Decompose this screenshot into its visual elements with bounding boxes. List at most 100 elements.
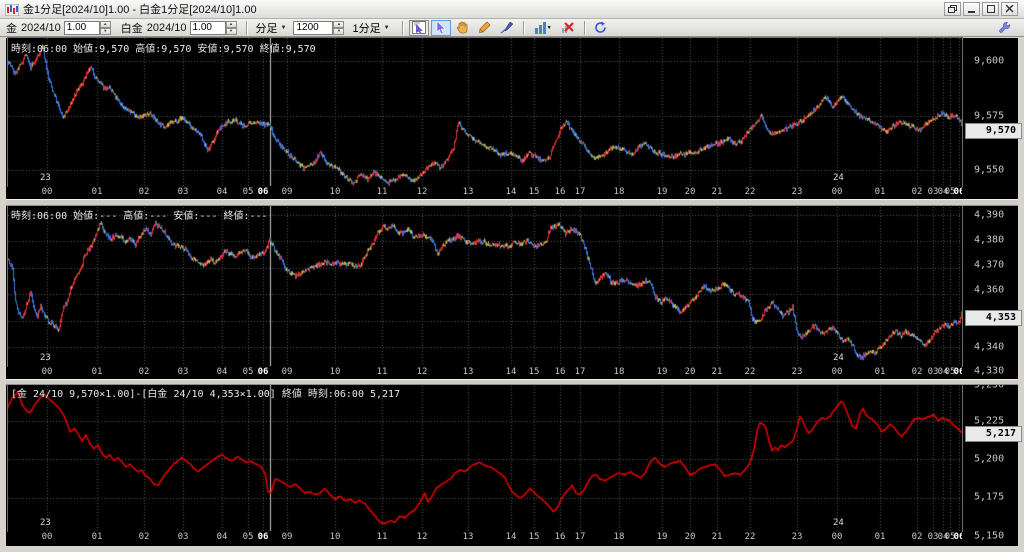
price-axis-label: 5,225 [974, 415, 1005, 427]
titlebar[interactable]: 金1分足[2024/10]1.00 - 白金1分足[2024/10]1.00 [0, 0, 1024, 19]
toolbar-separator [522, 20, 524, 35]
pane-separator[interactable] [6, 379, 1018, 385]
platinum-ratio-down-button[interactable]: ▼ [225, 27, 237, 35]
close-button[interactable] [1001, 2, 1018, 16]
date-label: 24 [833, 173, 844, 183]
toolbar-separator [245, 20, 247, 35]
time-label: 12 [416, 367, 428, 377]
price-axis-label: 4,370 [974, 259, 1005, 271]
gold-ratio-input[interactable] [63, 20, 100, 35]
gold-ratio-up-button[interactable]: ▲ [99, 20, 111, 28]
time-label: 20 [684, 532, 696, 542]
date-label: 23 [40, 518, 51, 528]
caret-down-icon: ▼ [103, 28, 108, 33]
bar-count-input[interactable] [293, 20, 334, 35]
price-axis-label: 4,330 [974, 365, 1005, 377]
price-axis-label: 9,550 [974, 164, 1005, 176]
time-label: 11 [376, 532, 388, 542]
time-label: 17 [574, 187, 586, 197]
time-label: 04 [216, 187, 228, 197]
time-label: 03 [177, 367, 189, 377]
bar-count-down-button[interactable]: ▼ [333, 27, 345, 35]
date-label: 24 [833, 518, 844, 528]
caret-down-icon: ▼ [229, 28, 234, 33]
time-label: 17 [574, 532, 586, 542]
time-label: 21 [711, 532, 723, 542]
gold-month: 2024/10 [21, 21, 61, 34]
chevron-down-icon: ▼ [546, 24, 552, 31]
minimize-button[interactable] [963, 2, 980, 16]
spread-chart-canvas[interactable] [7, 382, 963, 532]
time-label: 22 [744, 532, 756, 542]
time-label: 22 [744, 367, 756, 377]
time-label: 01 [874, 187, 886, 197]
float-window-button[interactable] [944, 2, 961, 16]
pane-separator[interactable] [6, 199, 1018, 206]
time-label: 18 [613, 532, 625, 542]
platinum-chart-canvas[interactable] [7, 203, 963, 367]
platinum-ratio-up-button[interactable]: ▲ [225, 20, 237, 28]
caret-up-icon: ▲ [337, 21, 341, 26]
gold-chart-canvas[interactable] [7, 37, 963, 187]
select-cursor-button[interactable] [430, 19, 451, 36]
time-label: 12 [416, 187, 428, 197]
date-label: 23 [40, 353, 51, 363]
time-label: 22 [744, 187, 756, 197]
bar-count-spinner: ▲ ▼ [293, 20, 345, 35]
time-label: 11 [376, 187, 388, 197]
time-label: 02 [911, 367, 923, 377]
delete-chart-button[interactable] [558, 20, 578, 36]
window-title: 金1分足[2024/10]1.00 - 白金1分足[2024/10]1.00 [23, 4, 257, 16]
time-label: 00 [831, 532, 843, 542]
time-label: 02 [911, 187, 923, 197]
price-axis-label: 4,390 [974, 209, 1005, 221]
time-label: 04 [216, 532, 228, 542]
time-label: 00 [41, 187, 53, 197]
time-label: 06 [953, 367, 962, 377]
time-label: 05 [242, 367, 254, 377]
chevron-down-icon: ▼ [280, 24, 287, 31]
price-axis-label: 5,200 [974, 453, 1005, 465]
time-label: 02 [138, 532, 150, 542]
refresh-button[interactable] [591, 20, 611, 36]
time-label: 13 [462, 367, 474, 377]
pencil-draw-button[interactable] [475, 20, 495, 36]
cursor-icon [436, 21, 446, 34]
indicator-chart-button[interactable]: ▼ [530, 20, 556, 36]
time-label: 19 [656, 367, 668, 377]
time-label: 16 [554, 187, 566, 197]
interval-dropdown[interactable]: 1分足 ▼ [348, 20, 393, 35]
time-label: 09 [281, 187, 293, 197]
chart-pointer-tool-button[interactable] [408, 19, 429, 36]
spread-time-axis: 00 01 02 03 04 05 06 09 10 11 12 13 14 15 16 17 18 19 20 21… [8, 531, 962, 544]
time-label: 04 [216, 367, 228, 377]
toolbar: 金 2024/10 ▲ ▼ 白金 2024/10 ▲ ▼ 分足 ▼ ▲ [0, 19, 1024, 37]
time-label: 12 [416, 532, 428, 542]
freehand-pen-button[interactable] [497, 20, 517, 36]
time-label: 06 [257, 532, 269, 542]
chevron-down-icon: ▼ [383, 24, 390, 31]
quill-pen-icon [500, 21, 513, 34]
time-label: 16 [554, 532, 566, 542]
toolbar-separator [583, 20, 585, 35]
time-label: 15 [528, 532, 540, 542]
gold-ratio-down-button[interactable]: ▼ [99, 27, 111, 35]
pan-hand-button[interactable] [453, 20, 473, 36]
maximize-button[interactable] [982, 2, 999, 16]
settings-wrench-button[interactable] [994, 20, 1014, 36]
time-label: 01 [91, 367, 103, 377]
spread-current-price: 5,217 [965, 426, 1022, 442]
bar-type-dropdown[interactable]: 分足 ▼ [252, 20, 291, 35]
time-label: 05 [242, 532, 254, 542]
time-label: 01 [874, 367, 886, 377]
bar-count-up-button[interactable]: ▲ [333, 20, 345, 28]
time-label: 14 [505, 187, 517, 197]
time-label: 00 [831, 187, 843, 197]
time-label: 06 [953, 187, 962, 197]
time-label: 13 [462, 187, 474, 197]
platinum-ratio-input[interactable] [189, 20, 226, 35]
date-label: 24 [833, 353, 844, 363]
refresh-icon [595, 21, 606, 33]
platinum-ratio-spinner: ▲ ▼ [189, 20, 237, 35]
time-label: 23 [791, 532, 803, 542]
